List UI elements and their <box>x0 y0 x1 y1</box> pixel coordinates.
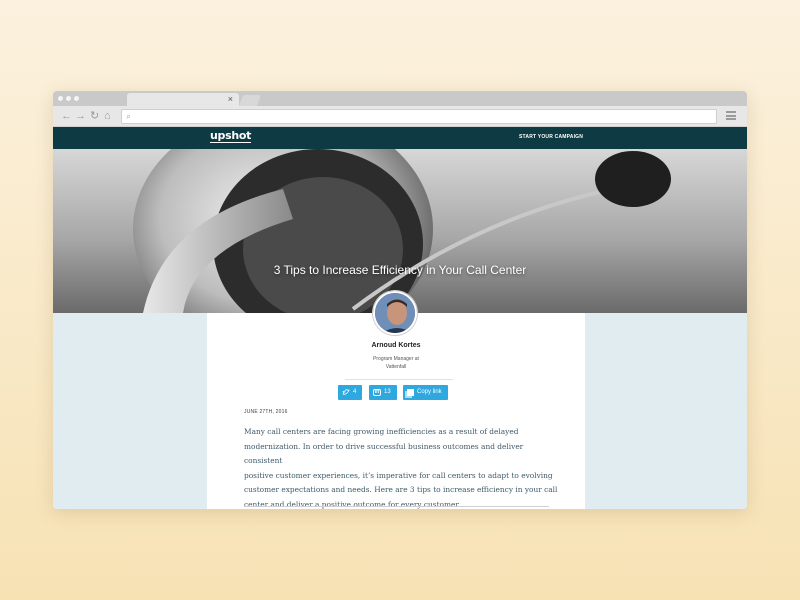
home-icon[interactable]: ⌂ <box>104 109 111 123</box>
address-bar[interactable]: ⌕ <box>121 109 717 124</box>
right-side-panel <box>585 313 747 509</box>
article-title: 3 Tips to Increase Efficiency in Your Ca… <box>273 263 527 277</box>
twitter-share-button[interactable]: 4 <box>338 385 362 400</box>
mic-foam-shape <box>595 151 671 207</box>
left-side-panel <box>53 313 207 509</box>
browser-toolbar: ← → ↻ ⌂ ⌕ <box>53 106 747 127</box>
new-tab-button[interactable] <box>238 95 262 106</box>
article-body-line: customer expectations and needs. Here ar… <box>244 485 558 494</box>
linkedin-icon: in <box>373 389 381 396</box>
article-body: Many call centers are facing growing ine… <box>244 425 562 509</box>
reload-icon[interactable]: ↻ <box>90 109 99 123</box>
article-body-line: center and deliver a positive outcome fo… <box>244 499 461 509</box>
linkedin-share-button[interactable]: in 13 <box>369 385 397 400</box>
author-avatar <box>373 291 417 335</box>
twitter-count: 4 <box>353 389 357 395</box>
window-minimize-dot[interactable] <box>66 96 71 101</box>
site-header: upshot START YOUR CAMPAIGN <box>53 127 747 149</box>
headset-image <box>133 149 671 313</box>
search-icon: ⌕ <box>126 111 132 121</box>
menu-icon[interactable] <box>726 111 736 120</box>
window-close-dot[interactable] <box>58 96 63 101</box>
author-role-line: Program Manager at <box>373 356 419 362</box>
article-body-line: modernization. In order to drive success… <box>244 441 524 466</box>
copy-link-button[interactable]: Copy link <box>403 385 448 400</box>
article-body-line: positive customer experiences, it’s impe… <box>244 470 553 480</box>
article-body-line: Many call centers are facing growing ine… <box>244 427 519 436</box>
forward-icon[interactable]: → <box>75 109 86 123</box>
section-divider <box>244 506 549 507</box>
browser-window: × ← → ↻ ⌂ ⌕ upshot START YOUR CAMPAIGN 3… <box>53 91 747 509</box>
author-divider <box>345 379 453 380</box>
author-role: Program Manager at Vattenfall <box>207 355 585 371</box>
site-logo[interactable]: upshot <box>210 130 251 143</box>
author-name: Arnoud Kortes <box>371 342 421 349</box>
copy-link-label: Copy link <box>417 389 442 395</box>
author-company: Vattenfall <box>385 364 407 370</box>
copy-icon <box>407 389 414 396</box>
start-campaign-link[interactable]: START YOUR CAMPAIGN <box>519 134 583 140</box>
tab-bar: × <box>53 91 747 106</box>
linkedin-count: 13 <box>384 389 391 395</box>
window-maximize-dot[interactable] <box>74 96 79 101</box>
close-icon[interactable]: × <box>228 93 233 106</box>
back-icon[interactable]: ← <box>61 109 72 123</box>
article-date: JUNE 27TH, 2016 <box>244 409 288 415</box>
hero-banner: 3 Tips to Increase Efficiency in Your Ca… <box>53 149 747 313</box>
browser-tab[interactable]: × <box>127 93 239 106</box>
twitter-icon <box>342 389 350 395</box>
